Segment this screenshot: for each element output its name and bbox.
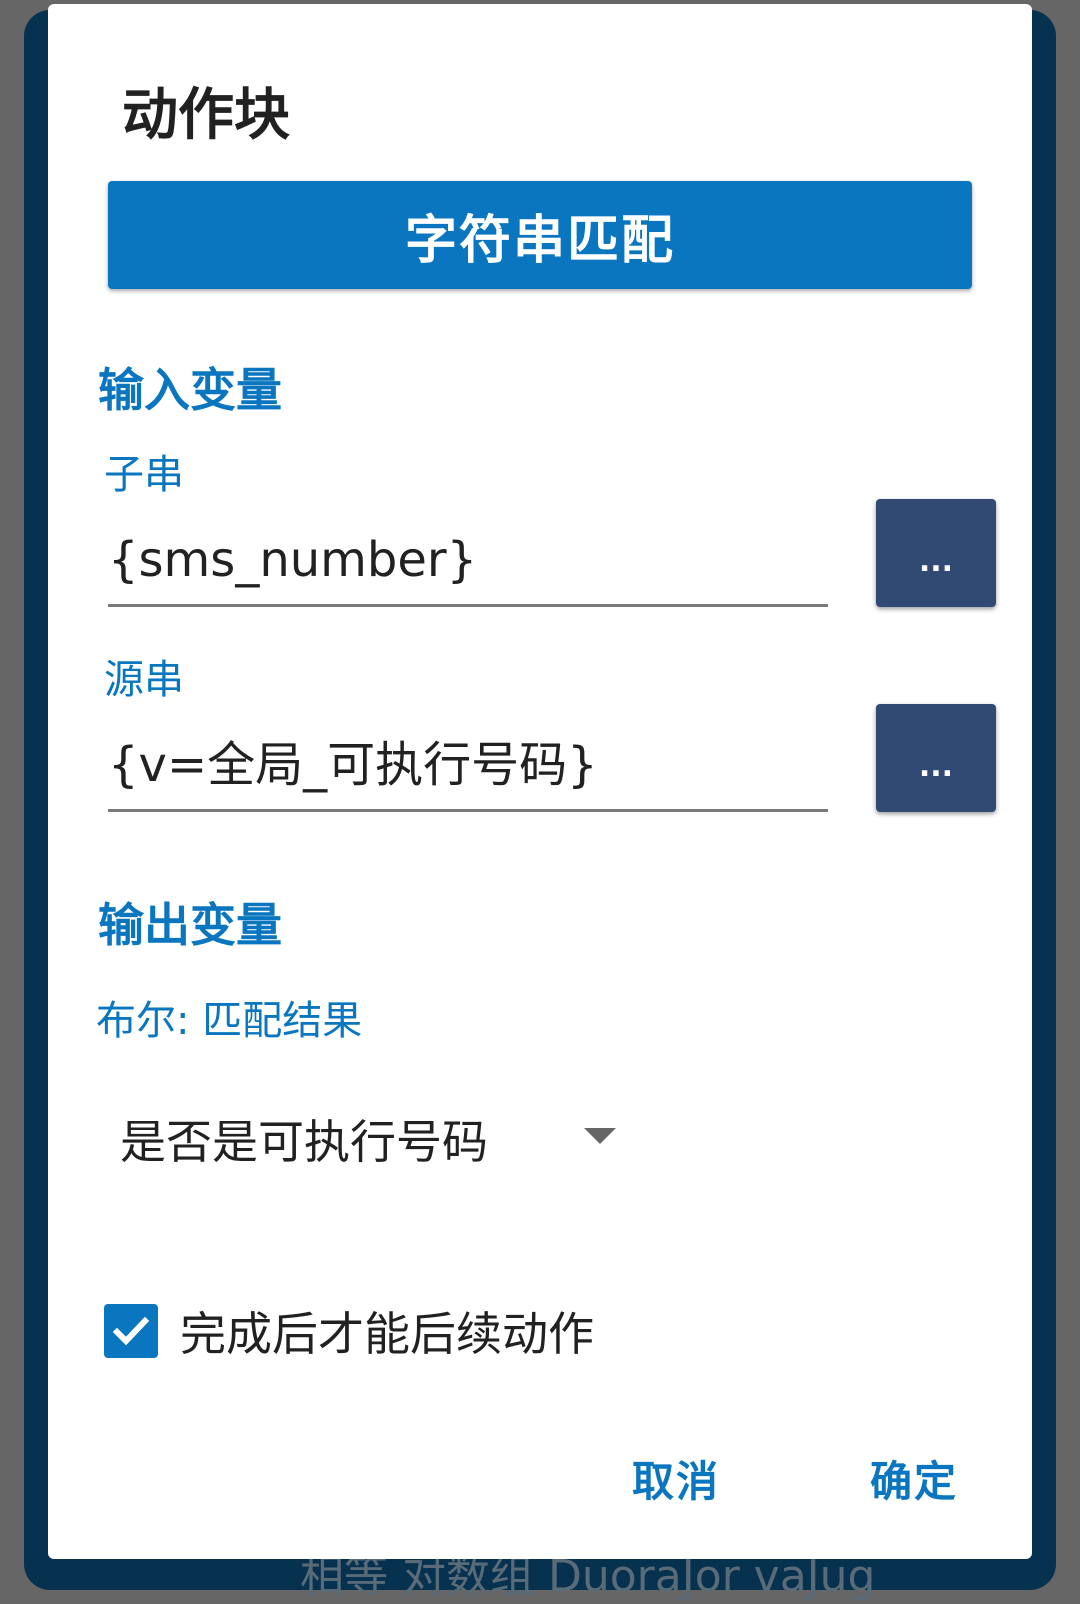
output-variables-heading: 输出变量 [98, 898, 282, 952]
check-icon [112, 1316, 150, 1346]
wait-for-completion-checkbox[interactable] [104, 1304, 158, 1358]
source-string-input[interactable]: {v=全局_可执行号码} [108, 721, 828, 812]
output-variable-dropdown[interactable]: 是否是可执行号码 [120, 1104, 620, 1174]
substring-picker-button[interactable]: ... [876, 499, 996, 607]
substring-label: 子串 [104, 452, 184, 498]
cancel-button[interactable]: 取消 [632, 1448, 720, 1509]
wait-for-completion-row[interactable]: 完成后才能后续动作 [104, 1296, 594, 1366]
boolean-result-label: 布尔: 匹配结果 [96, 998, 363, 1044]
output-variable-selected: 是否是可执行号码 [120, 1115, 488, 1169]
input-variables-heading: 输入变量 [98, 363, 282, 417]
source-string-picker-button[interactable]: ... [876, 704, 996, 812]
action-block-dialog: 动作块 字符串匹配 输入变量 子串 {sms_number} ... 源串 {v… [48, 4, 1032, 1559]
action-type-button[interactable]: 字符串匹配 [108, 181, 972, 289]
source-string-label: 源串 [104, 657, 184, 703]
dialog-title: 动作块 [122, 83, 290, 148]
dropdown-arrow-icon [584, 1128, 616, 1144]
wait-for-completion-label: 完成后才能后续动作 [180, 1307, 594, 1361]
substring-input[interactable]: {sms_number} [108, 516, 828, 607]
ok-button[interactable]: 确定 [870, 1448, 958, 1509]
